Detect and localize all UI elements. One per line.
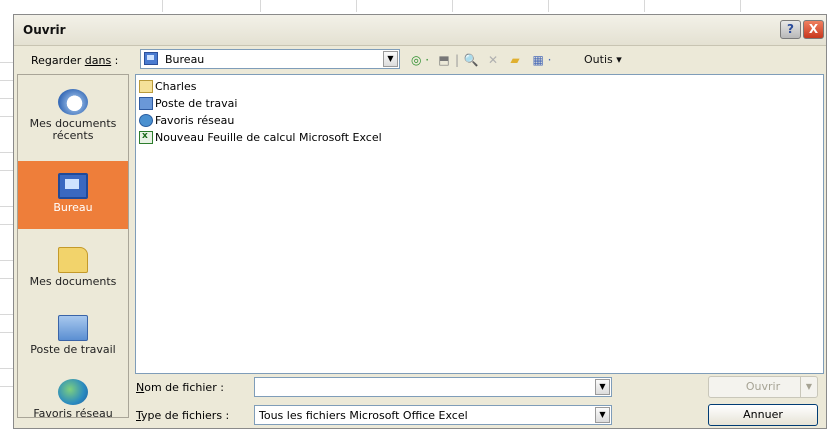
- toolbar-separator: |: [455, 53, 460, 67]
- open-dialog: Ouvrir ? X Regarder dans : Bureau ▼ ◎ · …: [13, 14, 827, 429]
- delete-button[interactable]: ✕: [484, 52, 502, 68]
- places-bar: Mes documents récents Bureau Mes documen…: [17, 74, 129, 418]
- list-item-label: Favoris réseau: [155, 114, 235, 127]
- desktop-icon: [58, 173, 88, 199]
- network-places-icon: [139, 113, 153, 127]
- places-desktop[interactable]: Bureau: [18, 161, 128, 229]
- open-button[interactable]: Ouvrir ▼: [708, 376, 818, 398]
- list-item[interactable]: Nouveau Feuille de calcul Microsoft Exce…: [139, 128, 382, 146]
- places-my-computer[interactable]: Poste de travail: [18, 309, 128, 375]
- excel-file-icon: [139, 128, 153, 145]
- views-button[interactable]: ▦ ·: [528, 52, 556, 68]
- open-button-label: Ouvrir: [745, 380, 781, 393]
- chevron-down-icon[interactable]: ▼: [595, 379, 610, 395]
- chevron-down-icon[interactable]: ▼: [383, 51, 398, 67]
- filetype-select[interactable]: Tous les fichiers Microsoft Office Excel…: [254, 405, 612, 425]
- chevron-down-icon[interactable]: ▼: [595, 407, 610, 423]
- network-places-icon: [58, 379, 88, 405]
- desktop-icon: [144, 52, 158, 65]
- dialog-title: Ouvrir: [23, 23, 66, 37]
- list-item[interactable]: Poste de travai: [139, 95, 237, 112]
- list-item-label: Poste de travai: [155, 97, 238, 110]
- filetype-value: Tous les fichiers Microsoft Office Excel: [259, 409, 468, 422]
- list-item[interactable]: Charles: [139, 78, 196, 95]
- recent-documents-icon: [58, 89, 88, 115]
- help-button[interactable]: ?: [780, 20, 801, 39]
- new-folder-button[interactable]: ▰: [506, 52, 524, 68]
- my-documents-icon: [58, 247, 88, 273]
- dialog-titlebar[interactable]: Ouvrir ? X: [14, 15, 826, 46]
- list-item-label: Nouveau Feuille de calcul Microsoft Exce…: [155, 131, 382, 144]
- close-button[interactable]: X: [803, 20, 824, 39]
- places-network[interactable]: Favoris réseau: [18, 375, 128, 418]
- look-in-label: Regarder dans :: [31, 54, 119, 67]
- places-recent[interactable]: Mes documents récents: [18, 81, 128, 161]
- cancel-button[interactable]: Annuer: [708, 404, 818, 426]
- look-in-combo[interactable]: Bureau ▼: [140, 49, 400, 69]
- places-my-documents-label: Mes documents: [29, 275, 117, 288]
- places-my-computer-label: Poste de travail: [30, 343, 116, 356]
- list-item-label: Charles: [155, 80, 197, 93]
- filetype-label: Type de fichiers :: [136, 409, 230, 422]
- search-web-button[interactable]: 🔍: [462, 52, 480, 68]
- my-computer-icon: [139, 96, 153, 110]
- tools-menu-button[interactable]: Outis ▾: [584, 52, 654, 68]
- places-desktop-label: Bureau: [53, 201, 93, 214]
- folder-icon: [139, 79, 153, 93]
- file-list[interactable]: Charles Poste de travai Favoris réseau N…: [135, 74, 824, 374]
- filename-label: Nom de fichier :: [136, 381, 224, 394]
- my-computer-icon: [58, 315, 88, 341]
- back-button[interactable]: ◎ ·: [407, 52, 433, 68]
- places-my-documents[interactable]: Mes documents: [18, 241, 128, 307]
- chevron-down-icon[interactable]: ▼: [800, 377, 817, 397]
- places-recent-label: Mes documents récents: [29, 117, 117, 142]
- places-network-label: Favoris réseau: [33, 407, 113, 418]
- up-folder-button[interactable]: ⬒: [435, 52, 453, 68]
- filename-field[interactable]: ▼: [254, 377, 612, 397]
- list-item[interactable]: Favoris réseau: [139, 112, 234, 129]
- look-in-value: Bureau: [165, 53, 205, 66]
